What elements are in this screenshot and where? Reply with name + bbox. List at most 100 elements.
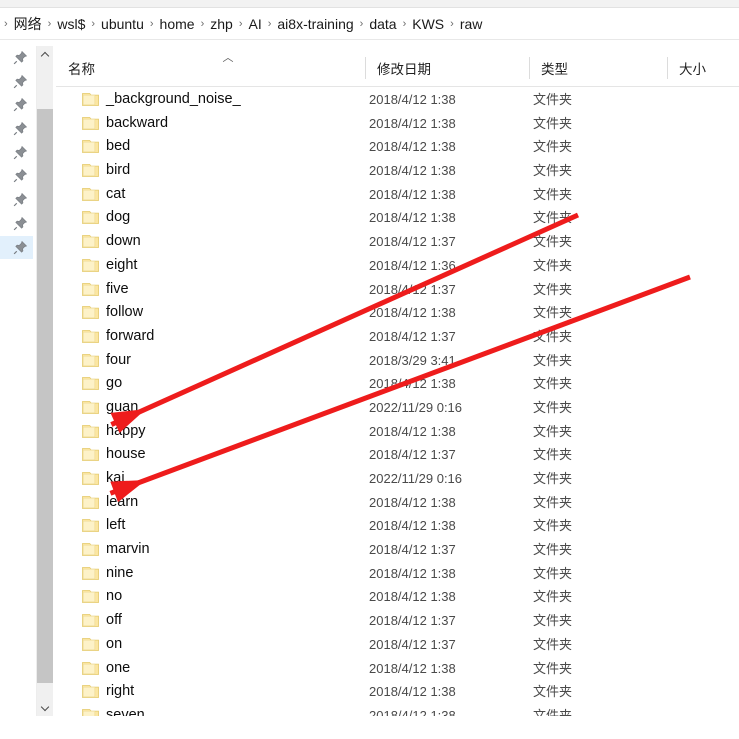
file-name[interactable]: nine	[106, 562, 133, 586]
table-row[interactable]: learn 2018/4/12 1:38 文件夹	[56, 491, 739, 515]
table-row[interactable]: backward 2018/4/12 1:38 文件夹	[56, 112, 739, 136]
pin-row[interactable]	[0, 117, 33, 141]
breadcrumb-item-7[interactable]: data	[365, 14, 400, 34]
file-name[interactable]: seven	[106, 704, 145, 716]
breadcrumb-item-3[interactable]: home	[156, 14, 199, 34]
table-row[interactable]: five 2018/4/12 1:37 文件夹	[56, 278, 739, 302]
breadcrumb-item-2[interactable]: ubuntu	[97, 14, 148, 34]
table-row[interactable]: off 2018/4/12 1:37 文件夹	[56, 609, 739, 633]
pin-icon[interactable]	[13, 121, 28, 136]
file-name[interactable]: off	[106, 609, 122, 633]
table-row[interactable]: happy 2018/4/12 1:38 文件夹	[56, 420, 739, 444]
breadcrumb-item-6[interactable]: ai8x-training	[273, 14, 357, 34]
table-row[interactable]: bird 2018/4/12 1:38 文件夹	[56, 159, 739, 183]
file-name[interactable]: bird	[106, 159, 130, 183]
breadcrumb-item-4[interactable]: zhp	[206, 14, 237, 34]
breadcrumb-item-0[interactable]: 网络	[10, 14, 46, 34]
pin-icon[interactable]	[13, 192, 28, 207]
file-name[interactable]: learn	[106, 491, 138, 515]
file-name[interactable]: kai	[106, 467, 125, 491]
file-name[interactable]: on	[106, 633, 122, 657]
pin-row[interactable]	[0, 70, 33, 94]
file-name[interactable]: marvin	[106, 538, 150, 562]
scrollbar-track[interactable]	[37, 63, 53, 699]
folder-icon	[82, 139, 99, 154]
breadcrumb-item-5[interactable]: AI	[244, 14, 265, 34]
table-row[interactable]: down 2018/4/12 1:37 文件夹	[56, 230, 739, 254]
column-header-size[interactable]: 大小	[667, 50, 739, 86]
file-name[interactable]: follow	[106, 301, 143, 325]
file-date-modified: 2018/4/12 1:38	[369, 210, 456, 226]
column-header-date-modified[interactable]: 修改日期	[365, 50, 529, 86]
column-header-name[interactable]: 名称 ︿	[56, 50, 365, 86]
table-row[interactable]: bed 2018/4/12 1:38 文件夹	[56, 135, 739, 159]
pin-icon[interactable]	[13, 50, 28, 65]
column-header-type[interactable]: 类型	[529, 50, 667, 86]
pin-row[interactable]	[0, 212, 33, 236]
file-name[interactable]: bed	[106, 135, 130, 159]
pin-icon[interactable]	[13, 97, 28, 112]
table-row[interactable]: cat 2018/4/12 1:38 文件夹	[56, 183, 739, 207]
pin-row[interactable]	[0, 93, 33, 117]
vertical-scrollbar[interactable]	[36, 46, 53, 716]
pin-row[interactable]	[0, 164, 33, 188]
file-name[interactable]: down	[106, 230, 141, 254]
file-name[interactable]: no	[106, 585, 122, 609]
folder-icon	[82, 234, 99, 249]
table-row[interactable]: left 2018/4/12 1:38 文件夹	[56, 514, 739, 538]
file-name[interactable]: backward	[106, 112, 168, 136]
file-name[interactable]: five	[106, 278, 129, 302]
table-row[interactable]: forward 2018/4/12 1:37 文件夹	[56, 325, 739, 349]
table-row[interactable]: on 2018/4/12 1:37 文件夹	[56, 633, 739, 657]
chevron-up-icon[interactable]	[37, 46, 53, 63]
table-row[interactable]: one 2018/4/12 1:38 文件夹	[56, 657, 739, 681]
file-name[interactable]: four	[106, 349, 131, 373]
pin-row[interactable]	[0, 46, 33, 70]
file-name[interactable]: eight	[106, 254, 137, 278]
file-name[interactable]: happy	[106, 420, 146, 444]
pin-icon[interactable]	[13, 216, 28, 231]
table-row[interactable]: no 2018/4/12 1:38 文件夹	[56, 585, 739, 609]
table-row[interactable]: _background_noise_ 2018/4/12 1:38 文件夹	[56, 88, 739, 112]
file-name[interactable]: right	[106, 680, 134, 704]
file-name[interactable]: go	[106, 372, 122, 396]
file-name[interactable]: house	[106, 443, 146, 467]
table-row[interactable]: marvin 2018/4/12 1:37 文件夹	[56, 538, 739, 562]
file-date-modified: 2018/4/12 1:37	[369, 234, 456, 250]
table-row[interactable]: eight 2018/4/12 1:36 文件夹	[56, 254, 739, 278]
pin-row[interactable]	[0, 235, 33, 260]
breadcrumb-item-8[interactable]: KWS	[408, 14, 448, 34]
file-type: 文件夹	[533, 707, 573, 716]
pin-icon[interactable]	[13, 240, 28, 255]
table-row[interactable]: seven 2018/4/12 1:38 文件夹	[56, 704, 739, 716]
pin-icon[interactable]	[13, 74, 28, 89]
chevron-down-icon[interactable]	[37, 699, 53, 716]
breadcrumb-item-1[interactable]: wsl$	[53, 14, 89, 34]
table-row[interactable]: kai 2022/11/29 0:16 文件夹	[56, 467, 739, 491]
file-list[interactable]: _background_noise_ 2018/4/12 1:38 文件夹 backw…	[56, 88, 739, 716]
table-row[interactable]: guan 2022/11/29 0:16 文件夹	[56, 396, 739, 420]
file-name[interactable]: left	[106, 514, 125, 538]
table-row[interactable]: follow 2018/4/12 1:38 文件夹	[56, 301, 739, 325]
pin-row[interactable]	[0, 141, 33, 165]
file-name[interactable]: guan	[106, 396, 138, 420]
scrollbar-thumb[interactable]	[37, 109, 53, 683]
file-name[interactable]: _background_noise_	[106, 88, 241, 112]
table-row[interactable]: house 2018/4/12 1:37 文件夹	[56, 443, 739, 467]
table-row[interactable]: four 2018/3/29 3:41 文件夹	[56, 349, 739, 373]
file-name[interactable]: forward	[106, 325, 154, 349]
table-row[interactable]: go 2018/4/12 1:38 文件夹	[56, 372, 739, 396]
file-date-modified: 2018/4/12 1:38	[369, 684, 456, 700]
pin-icon[interactable]	[13, 168, 28, 183]
file-name[interactable]: cat	[106, 183, 125, 207]
file-name[interactable]: dog	[106, 206, 130, 230]
pin-row[interactable]	[0, 188, 33, 212]
file-name[interactable]: one	[106, 657, 130, 681]
table-row[interactable]: nine 2018/4/12 1:38 文件夹	[56, 562, 739, 586]
file-date-modified: 2018/4/12 1:37	[369, 636, 456, 652]
pin-icon[interactable]	[13, 145, 28, 160]
breadcrumb-item-9[interactable]: raw	[456, 14, 487, 34]
table-row[interactable]: dog 2018/4/12 1:38 文件夹	[56, 206, 739, 230]
table-row[interactable]: right 2018/4/12 1:38 文件夹	[56, 680, 739, 704]
breadcrumb[interactable]: › 网络 › wsl$ › ubuntu › home › zhp › AI ›…	[0, 8, 739, 40]
